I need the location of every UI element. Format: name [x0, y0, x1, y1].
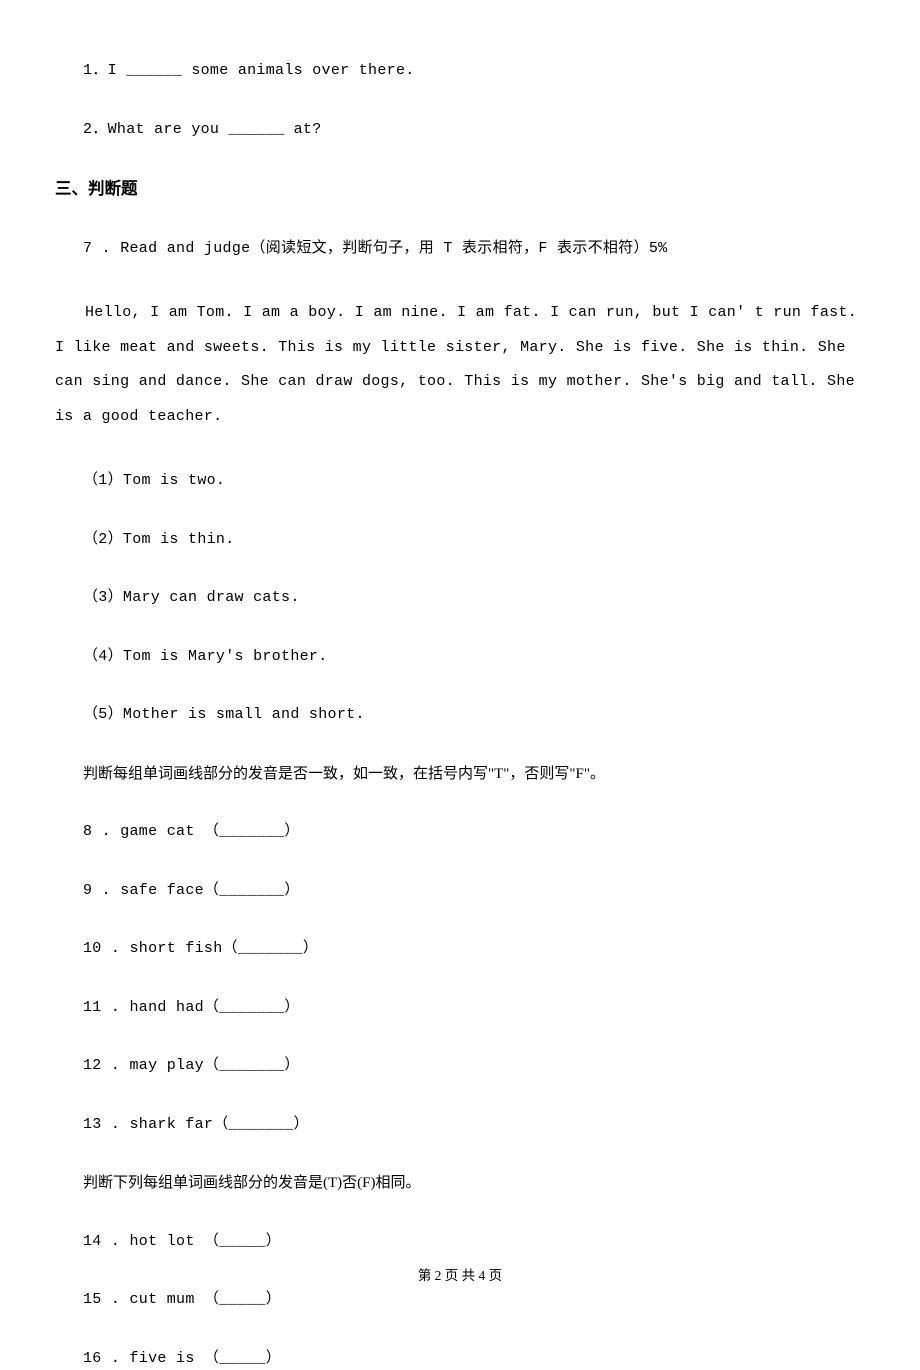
item-11: 11 . hand had（_______）	[55, 997, 870, 1020]
statement-4: （4）Tom is Mary's brother.	[55, 646, 870, 669]
item-12: 12 . may play（_______）	[55, 1055, 870, 1078]
fill-blank-2: 2．What are you ______ at?	[55, 119, 870, 142]
item-8: 8 . game cat （_______）	[55, 821, 870, 844]
item-16: 16 . five is （_____）	[55, 1348, 870, 1370]
reading-passage: Hello, I am Tom. I am a boy. I am nine. …	[55, 296, 870, 434]
q7-instruction: 7 . Read and judge（阅读短文，判断句子，用 T 表示相符，F …	[55, 238, 870, 261]
item-9: 9 . safe face（_______）	[55, 880, 870, 903]
statement-1: （1）Tom is two.	[55, 470, 870, 493]
pronunciation-instruction-a: 判断每组单词画线部分的发音是否一致，如一致，在括号内写"T"，否则写"F"。	[55, 763, 870, 786]
item-15: 15 . cut mum （_____）	[55, 1289, 870, 1312]
page-footer: 第 2 页 共 4 页	[0, 1264, 920, 1284]
item-10: 10 . short fish（_______）	[55, 938, 870, 961]
pronunciation-instruction-b: 判断下列每组单词画线部分的发音是(T)否(F)相同。	[55, 1172, 870, 1195]
fill-blank-1: 1．I ______ some animals over there.	[55, 60, 870, 83]
item-13: 13 . shark far（_______）	[55, 1114, 870, 1137]
section-3-heading: 三、判断题	[55, 177, 870, 202]
statement-2: （2）Tom is thin.	[55, 529, 870, 552]
statement-5: （5）Mother is small and short.	[55, 704, 870, 727]
item-14: 14 . hot lot （_____）	[55, 1231, 870, 1254]
statement-3: （3）Mary can draw cats.	[55, 587, 870, 610]
